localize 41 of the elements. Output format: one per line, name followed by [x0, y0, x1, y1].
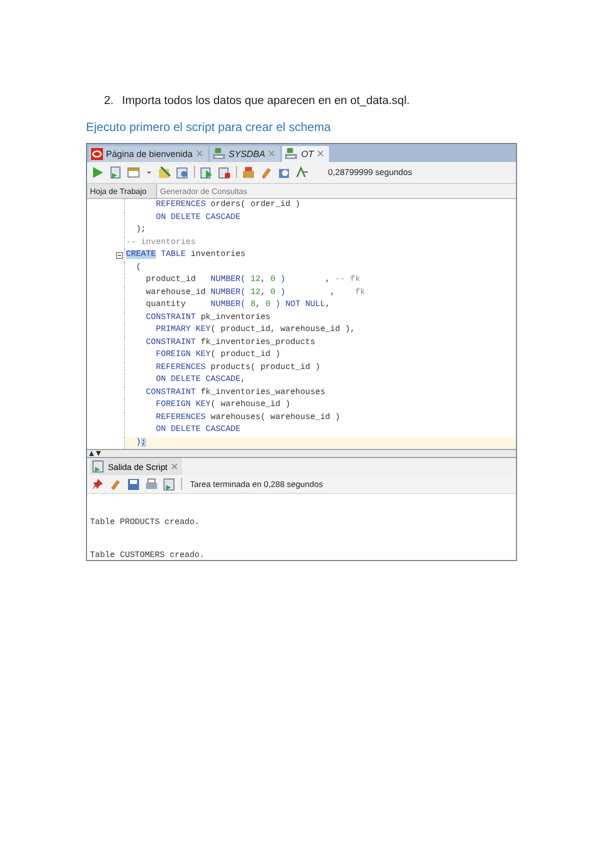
database-connection-icon: [284, 148, 298, 160]
code-line: FOREIGN KEY( product_id ): [124, 349, 516, 362]
output-tab[interactable]: Salida de Script: [90, 458, 182, 476]
close-icon[interactable]: [316, 150, 324, 158]
fold-icon[interactable]: [116, 252, 123, 260]
task-status: Tarea terminada en 0,288 segundos: [190, 479, 323, 490]
close-icon[interactable]: [268, 150, 276, 158]
eraser-icon[interactable]: [260, 166, 273, 179]
save-icon[interactable]: [127, 478, 140, 491]
splitter-arrows-icon[interactable]: [89, 451, 101, 456]
section-heading: Ejecuto primero el script para crear el schema: [86, 120, 332, 134]
code-line: quantity NUMBER( 8, 0 ) NOT NULL,: [124, 299, 516, 312]
list-number: 2.: [104, 95, 115, 107]
pin-icon[interactable]: [91, 478, 104, 491]
execution-time: 0,28799999 segundos: [328, 167, 412, 178]
code-line: FOREIGN KEY( warehouse_id ): [124, 399, 516, 412]
editor-tab[interactable]: Generador de Consultas: [157, 184, 256, 198]
code-editor[interactable]: [87, 199, 516, 450]
print-icon[interactable]: [145, 478, 158, 491]
database-connection-icon: [212, 148, 226, 160]
code-line: REFERENCES orders( order_id ): [124, 199, 516, 212]
script-output-icon[interactable]: [163, 478, 176, 491]
output-line: Table PRODUCTS creado.: [90, 518, 201, 527]
document-tab[interactable]: Página de bienvenida: [89, 146, 208, 162]
oracle-logo-icon: [91, 148, 103, 160]
eraser-icon[interactable]: [109, 478, 122, 491]
run-icon[interactable]: [91, 166, 104, 179]
list-item-text: Importa todos los datos que aparecen en en ot_data.sql.: [122, 95, 410, 107]
document-tab[interactable]: OT: [282, 146, 329, 162]
grid-icon[interactable]: [127, 166, 140, 179]
code-line: );: [124, 224, 516, 237]
code-line: product_id NUMBER( 12, 0 ) , -- fk: [124, 274, 516, 287]
close-icon[interactable]: [170, 463, 178, 470]
code-line: ON DELETE CASCADE,: [124, 374, 516, 387]
code-line: PRIMARY KEY( product_id, warehouse_id ),: [124, 324, 516, 337]
editor-tab[interactable]: Hoja de Trabajo: [87, 184, 157, 198]
code-line: CREATE TABLE inventories: [124, 249, 516, 262]
run-script-icon[interactable]: [109, 166, 122, 179]
close-icon[interactable]: [196, 150, 203, 158]
document-tab[interactable]: SYSDBA: [210, 146, 280, 162]
output-line: Table CUSTOMERS creado.: [90, 550, 206, 560]
